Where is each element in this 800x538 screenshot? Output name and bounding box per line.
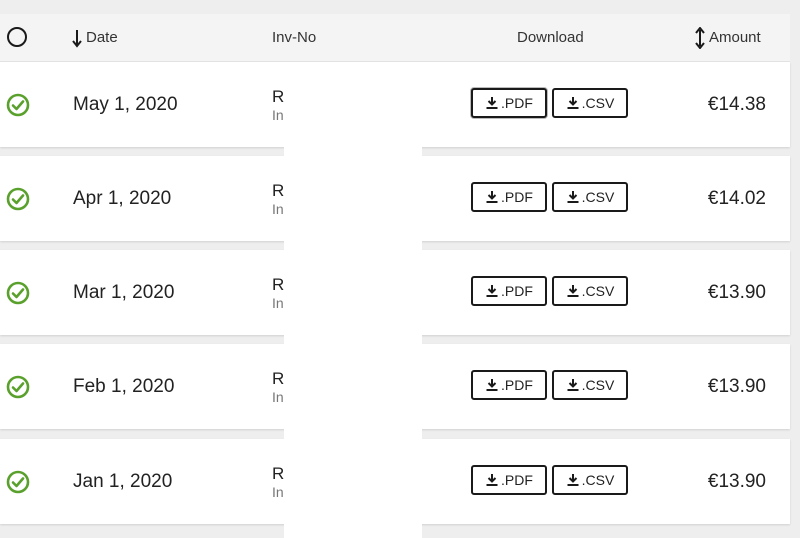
download-icon: [486, 474, 498, 486]
invoice-number-sub: In: [272, 389, 284, 405]
csv-button-label: .CSV: [581, 95, 615, 111]
download-csv-button[interactable]: .CSV: [552, 370, 628, 400]
arrow-down-icon: [72, 29, 82, 48]
invoice-number-sub: In: [272, 201, 284, 217]
invoice-date: May 1, 2020: [73, 93, 178, 115]
download-icon: [486, 97, 498, 109]
invoice-amount: €13.90: [707, 375, 766, 397]
amount-header-label: Amount: [709, 29, 761, 46]
download-pdf-button[interactable]: .PDF: [471, 88, 547, 118]
redaction-overlay: [284, 62, 422, 538]
invoice-amount: €14.02: [707, 187, 766, 209]
download-icon: [486, 285, 498, 297]
check-circle-icon: [6, 281, 30, 305]
download-icon: [567, 474, 579, 486]
download-csv-button[interactable]: .CSV: [552, 182, 628, 212]
invoice-amount: €13.90: [707, 281, 766, 303]
download-csv-button[interactable]: .CSV: [552, 276, 628, 306]
invoice-amount: €13.90: [707, 470, 766, 492]
pdf-button-label: .PDF: [501, 472, 533, 488]
invoice-date: Apr 1, 2020: [73, 187, 172, 209]
invoice-number: R: [272, 87, 285, 106]
download-icon: [486, 191, 498, 203]
pdf-button-label: .PDF: [501, 377, 533, 393]
arrow-updown-icon: [695, 26, 705, 49]
invoice-date: Mar 1, 2020: [73, 281, 175, 303]
download-pdf-button[interactable]: .PDF: [471, 182, 547, 212]
csv-button-label: .CSV: [581, 377, 615, 393]
date-header-label: Date: [86, 29, 118, 46]
invoice-number: R: [272, 275, 285, 294]
invno-header-label: Inv-No: [272, 29, 317, 46]
invoice-date: Jan 1, 2020: [73, 470, 173, 492]
download-csv-button[interactable]: .CSV: [552, 88, 628, 118]
invoice-number-sub: In: [272, 295, 284, 311]
check-circle-icon: [6, 470, 30, 494]
download-icon: [486, 379, 498, 391]
invoice-amount: €14.38: [707, 93, 766, 115]
download-pdf-button[interactable]: .PDF: [471, 465, 547, 495]
csv-button-label: .CSV: [581, 189, 615, 205]
download-icon: [567, 191, 579, 203]
invno-column-header[interactable]: Inv-No: [272, 14, 316, 61]
date-column-header[interactable]: Date: [72, 14, 118, 61]
download-icon: [567, 379, 579, 391]
csv-button-label: .CSV: [581, 283, 615, 299]
invoice-number: R: [272, 181, 285, 200]
invoice-number-sub: In: [272, 484, 284, 500]
download-header-label: Download: [517, 29, 584, 46]
invoice-number-sub: In: [272, 107, 284, 123]
table-header: Date Inv-No Download Amount: [0, 14, 790, 62]
download-csv-button[interactable]: .CSV: [552, 465, 628, 495]
pdf-button-label: .PDF: [501, 189, 533, 205]
invoice-date: Feb 1, 2020: [73, 375, 175, 397]
download-pdf-button[interactable]: .PDF: [471, 276, 547, 306]
pdf-button-label: .PDF: [501, 283, 533, 299]
download-icon: [567, 97, 579, 109]
download-icon: [567, 285, 579, 297]
download-pdf-button[interactable]: .PDF: [471, 370, 547, 400]
amount-column-header[interactable]: Amount: [695, 14, 761, 61]
download-column-header: Download: [517, 14, 584, 61]
check-circle-icon: [6, 187, 30, 211]
pdf-button-label: .PDF: [501, 95, 533, 111]
invoice-number: R: [272, 464, 285, 483]
csv-button-label: .CSV: [581, 472, 615, 488]
check-circle-icon: [6, 375, 30, 399]
check-circle-icon: [6, 93, 30, 117]
invoice-number: R: [272, 369, 285, 388]
select-all-circle-icon[interactable]: [7, 27, 27, 47]
